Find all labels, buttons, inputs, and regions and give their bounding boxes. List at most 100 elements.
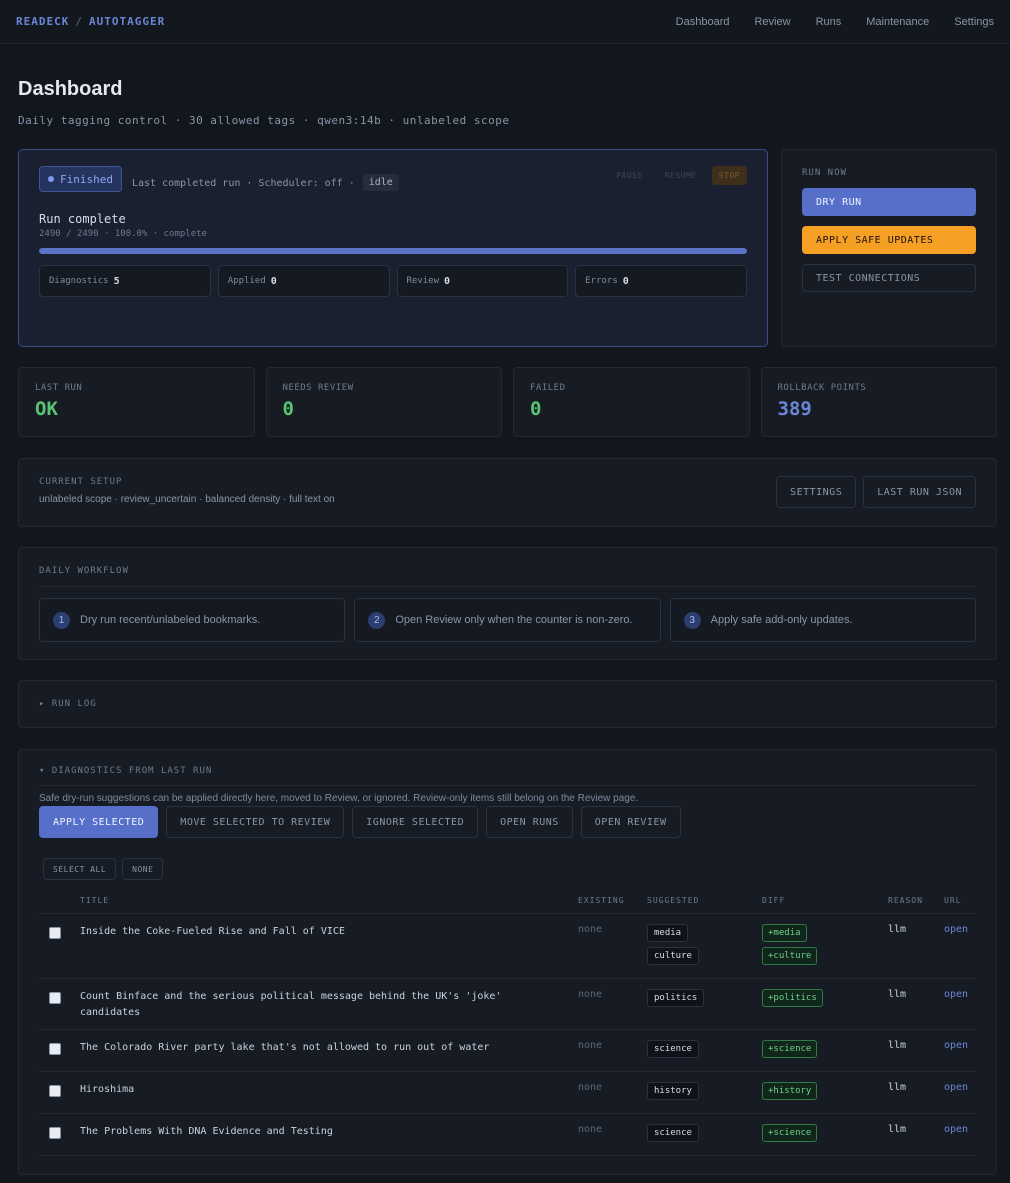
row-suggested: politics [647, 978, 762, 1030]
row-existing: none [578, 913, 647, 979]
row-diff: +history [762, 1071, 888, 1114]
brand[interactable]: READECK / AUTOTAGGER [16, 15, 165, 28]
open-link[interactable]: open [944, 1124, 968, 1135]
nav-runs[interactable]: Runs [816, 16, 842, 28]
row-reason: llm [888, 978, 944, 1030]
stat-needs-review: NEEDS REVIEW 0 [265, 367, 502, 437]
stat-value: OK [35, 398, 58, 420]
workflow-step: 3 Apply safe add-only updates. [669, 598, 976, 642]
step-number: 1 [53, 611, 70, 629]
row-title: The Problems With DNA Evidence and Testi… [80, 1113, 578, 1156]
brand-separator: / [75, 15, 83, 28]
mini-stat-applied: Applied 0 [217, 265, 390, 297]
last-run-json-button[interactable]: LAST RUN JSON [863, 476, 976, 508]
run-log-toggle[interactable]: ▸ RUN LOG [18, 680, 997, 728]
select-none-button[interactable]: NONE [122, 858, 164, 880]
col-reason: REASON [888, 896, 944, 914]
open-runs-button[interactable]: OPEN RUNS [486, 806, 573, 838]
step-text: Apply safe add-only updates. [710, 614, 853, 626]
run-detail: 2490 / 2490 · 100.0% · complete [39, 229, 207, 239]
stat-rollback-points: ROLLBACK POINTS 389 [760, 367, 997, 437]
row-url: open [944, 1071, 976, 1114]
row-existing: none [578, 1113, 647, 1156]
mini-stat-label: Errors [585, 276, 618, 286]
suggested-tag: media [647, 924, 689, 942]
nav-maintenance[interactable]: Maintenance [866, 16, 929, 28]
mini-stat-review: Review 0 [396, 265, 569, 297]
diagnostics-info: Safe dry-run suggestions can be applied … [39, 793, 639, 804]
daily-workflow-card: DAILY WORKFLOW 1 Dry run recent/unlabeled… [18, 547, 997, 660]
page-subtitle: Daily tagging control · 30 allowed tags … [18, 114, 510, 127]
diff-tag: +culture [762, 947, 818, 965]
row-checkbox[interactable] [49, 1085, 61, 1097]
row-checkbox[interactable] [49, 1127, 61, 1139]
nav-settings[interactable]: Settings [954, 16, 994, 28]
diagnostics-card: ▾ DIAGNOSTICS FROM LAST RUN Safe dry-run… [18, 749, 997, 1175]
status-badge: Finished [39, 166, 122, 192]
run-now-label: RUN NOW [802, 168, 847, 178]
page-title: Dashboard [18, 78, 123, 100]
suggested-tag: politics [647, 989, 705, 1007]
last-run-info: Last completed run · Scheduler: off · [131, 177, 355, 189]
row-title: The Colorado River party lake that's not… [80, 1029, 578, 1072]
run-progress-bar [39, 248, 747, 254]
open-link[interactable]: open [944, 989, 968, 1000]
table-row: The Colorado River party lake that's not… [39, 1029, 976, 1072]
step-text: Dry run recent/unlabeled bookmarks. [80, 614, 261, 626]
run-status-card: Finished Last completed run · Scheduler:… [18, 149, 768, 347]
workflow-step: 2 Open Review only when the counter is no… [354, 598, 661, 642]
apply-safe-updates-button[interactable]: APPLY SAFE UPDATES [802, 226, 976, 254]
diff-tag: +history [762, 1082, 818, 1100]
dry-run-button[interactable]: DRY RUN [802, 188, 976, 216]
row-checkbox[interactable] [49, 927, 61, 939]
stat-label: FAILED [530, 383, 566, 393]
col-suggested: SUGGESTED [647, 896, 762, 914]
resume-button[interactable]: RESUME [658, 166, 704, 185]
diff-tag: +science [762, 1124, 818, 1142]
table-row: Inside the Coke-Fueled Rise and Fall of … [39, 913, 976, 979]
pause-button[interactable]: PAUSE [609, 166, 650, 185]
row-title: Count Binface and the serious political … [80, 978, 578, 1030]
row-url: open [944, 1029, 976, 1072]
open-link[interactable]: open [944, 1040, 968, 1051]
stat-label: LAST RUN [35, 383, 83, 393]
apply-selected-button[interactable]: APPLY SELECTED [39, 806, 159, 838]
diff-tag: +politics [762, 989, 823, 1007]
brand-left: READECK [16, 15, 70, 28]
open-link[interactable]: open [944, 1082, 968, 1093]
ignore-selected-button[interactable]: IGNORE SELECTED [352, 806, 479, 838]
nav-review[interactable]: Review [754, 16, 790, 28]
nav-dashboard[interactable]: Dashboard [676, 16, 730, 28]
col-title: TITLE [80, 896, 578, 914]
test-connections-button[interactable]: TEST CONNECTIONS [802, 264, 976, 292]
workflow-step: 1 Dry run recent/unlabeled bookmarks. [39, 598, 346, 642]
mini-stat-value: 0 [622, 275, 629, 287]
select-all-button[interactable]: SELECT ALL [43, 858, 117, 880]
move-selected-to-review-button[interactable]: MOVE SELECTED TO REVIEW [166, 806, 345, 838]
diagnostics-toggle[interactable]: ▾ DIAGNOSTICS FROM LAST RUN [39, 766, 976, 786]
stop-button[interactable]: STOP [711, 166, 747, 185]
row-checkbox[interactable] [49, 992, 61, 1004]
mini-stat-label: Applied [227, 276, 266, 286]
run-progress-fill [39, 248, 747, 254]
status-dot-icon [48, 176, 54, 182]
step-number: 3 [683, 611, 701, 629]
status-text: Finished [60, 172, 113, 186]
open-review-button[interactable]: OPEN REVIEW [580, 806, 681, 838]
row-diff: +science [762, 1029, 888, 1072]
row-title: Inside the Coke-Fueled Rise and Fall of … [80, 913, 578, 979]
run-now-card: RUN NOW DRY RUN APPLY SAFE UPDATES TEST … [781, 149, 997, 347]
row-checkbox[interactable] [49, 1043, 61, 1055]
row-url: open [944, 913, 976, 979]
row-suggested: science [647, 1029, 762, 1072]
mini-stat-diagnostics: Diagnostics 5 [39, 265, 211, 297]
stat-value: 0 [530, 398, 542, 420]
col-existing: EXISTING [578, 896, 647, 914]
suggested-tag: science [647, 1124, 699, 1142]
current-setup-card: CURRENT SETUP unlabeled scope · review_u… [18, 458, 997, 527]
col-checkbox [39, 896, 80, 914]
open-link[interactable]: open [944, 924, 968, 935]
row-diff: +science [762, 1113, 888, 1156]
settings-button[interactable]: SETTINGS [776, 476, 857, 508]
table-row: Hiroshima none history +history llm open [39, 1071, 976, 1114]
